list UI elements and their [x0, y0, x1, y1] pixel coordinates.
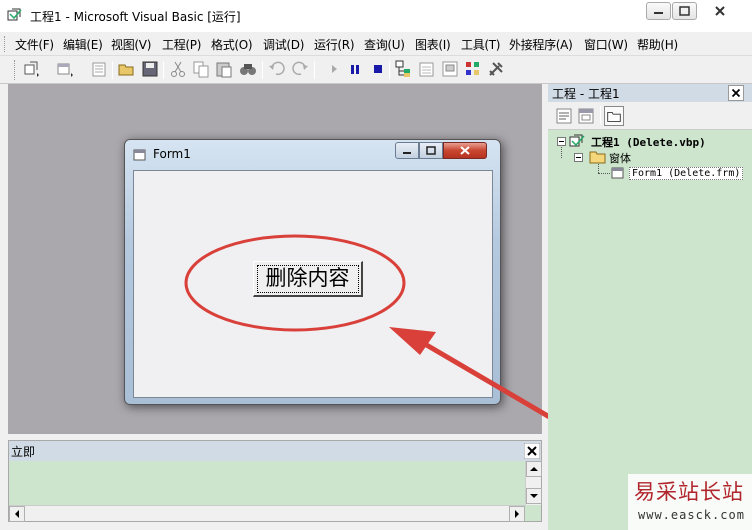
- tree-project-root[interactable]: 工程1 (Delete.vbp): [591, 134, 706, 150]
- tree-collapse-toggle[interactable]: [574, 153, 583, 162]
- view-code-icon[interactable]: [554, 106, 574, 126]
- menu-bar: 文件(F) 编辑(E) 视图(V) 工程(P) 格式(O) 调试(D) 运行(R…: [0, 32, 752, 56]
- start-icon[interactable]: [325, 60, 343, 78]
- toggle-folders-icon[interactable]: [604, 106, 624, 126]
- arrow-up-icon: [530, 467, 538, 471]
- arrow-right-icon: [515, 510, 519, 518]
- scroll-right-button[interactable]: [509, 506, 525, 522]
- toolbar-separator: [600, 106, 601, 124]
- add-form-icon[interactable]: [56, 60, 74, 78]
- scroll-up-button[interactable]: [526, 461, 542, 477]
- add-project-icon[interactable]: [22, 60, 40, 78]
- toolbox-icon[interactable]: [487, 60, 505, 78]
- immediate-window[interactable]: 立即: [8, 440, 542, 522]
- tree-forms-folder[interactable]: 窗体: [609, 150, 631, 166]
- scroll-left-button[interactable]: [9, 506, 25, 522]
- form-maximize-button[interactable]: [419, 142, 443, 159]
- tree-connector: [561, 147, 562, 158]
- menu-edit[interactable]: 编辑(E): [63, 36, 103, 53]
- project-explorer-header: 工程 - 工程1: [548, 84, 752, 102]
- immediate-title: 立即: [11, 445, 36, 459]
- form-close-button[interactable]: [443, 142, 487, 159]
- menu-diagram[interactable]: 图表(I): [415, 36, 451, 53]
- delete-content-button[interactable]: 删除内容: [253, 261, 363, 297]
- undo-icon[interactable]: [268, 60, 286, 78]
- end-icon[interactable]: [369, 60, 387, 78]
- arrow-left-icon: [15, 510, 19, 518]
- find-icon[interactable]: [239, 60, 257, 78]
- watermark-url: www.easck.com: [638, 508, 745, 522]
- toolbar-separator: [389, 61, 390, 79]
- tree-collapse-toggle[interactable]: [557, 137, 566, 146]
- menu-tools[interactable]: 工具(T): [461, 36, 501, 53]
- minimize-button[interactable]: [646, 2, 671, 20]
- immediate-horizontal-scrollbar[interactable]: [9, 505, 525, 522]
- tree-connector: [598, 164, 599, 173]
- toolbar-separator: [262, 61, 263, 79]
- toolbar-grip: [14, 60, 17, 80]
- vb6-app-icon: [7, 8, 22, 21]
- project-explorer: 工程 - 工程1 工程1 (Delete.vbp) 窗体 Form1 (Dele…: [548, 84, 752, 530]
- tree-form1-file[interactable]: Form1 (Delete.frm): [629, 167, 744, 180]
- open-icon[interactable]: [118, 60, 136, 78]
- form-file-icon: [611, 167, 624, 179]
- paste-icon[interactable]: [215, 60, 233, 78]
- menu-window[interactable]: 窗口(W): [584, 36, 628, 53]
- close-icon[interactable]: [524, 443, 540, 459]
- form1-window: Form1 删除内容: [124, 139, 501, 405]
- menu-help[interactable]: 帮助(H): [637, 36, 678, 53]
- close-icon[interactable]: [728, 85, 744, 101]
- form-icon: [133, 149, 146, 161]
- maximize-button[interactable]: [672, 2, 697, 20]
- standard-toolbar: [0, 56, 752, 84]
- site-watermark: 易采站长站 www.easck.com: [628, 474, 752, 530]
- menu-grip: [4, 36, 7, 52]
- close-icon: [460, 146, 470, 155]
- form-client-area: 删除内容: [133, 170, 493, 398]
- close-icon: [715, 6, 725, 16]
- close-button[interactable]: [698, 2, 744, 20]
- folder-icon: [589, 151, 606, 164]
- view-object-icon[interactable]: [576, 106, 596, 126]
- toolbar-separator: [163, 61, 164, 79]
- restore-icon: [679, 6, 690, 16]
- save-icon[interactable]: [141, 60, 159, 78]
- copy-icon[interactable]: [192, 60, 210, 78]
- scroll-down-button[interactable]: [526, 488, 542, 504]
- title-bar: 工程1 - Microsoft Visual Basic [运行]: [0, 0, 752, 32]
- toolbar-separator: [112, 61, 113, 79]
- menu-view[interactable]: 视图(V): [111, 36, 151, 53]
- menu-addins[interactable]: 外接程序(A): [509, 36, 573, 53]
- menu-editor-icon[interactable]: [90, 60, 108, 78]
- cut-icon[interactable]: [169, 60, 187, 78]
- object-browser-icon[interactable]: [464, 60, 482, 78]
- arrow-down-icon: [530, 494, 538, 498]
- menu-query[interactable]: 查询(U): [364, 36, 405, 53]
- redo-icon[interactable]: [291, 60, 309, 78]
- menu-format[interactable]: 格式(O): [211, 36, 253, 53]
- toolbar-separator: [314, 61, 315, 79]
- menu-project[interactable]: 工程(P): [162, 36, 201, 53]
- watermark-text: 易采站长站: [634, 480, 744, 504]
- menu-file[interactable]: 文件(F): [15, 36, 54, 53]
- minimize-icon: [654, 12, 663, 14]
- form-layout-icon[interactable]: [441, 60, 459, 78]
- project-explorer-icon[interactable]: [395, 60, 413, 78]
- immediate-vertical-scrollbar[interactable]: [525, 461, 542, 505]
- form-title: Form1: [153, 147, 191, 161]
- properties-icon[interactable]: [418, 60, 436, 78]
- immediate-header: 立即: [9, 441, 541, 461]
- form-minimize-button[interactable]: [395, 142, 419, 159]
- window-title: 工程1 - Microsoft Visual Basic [运行]: [30, 10, 241, 24]
- project-explorer-toolbar: [548, 102, 752, 130]
- project-icon: [569, 134, 585, 147]
- minimize-icon: [403, 152, 411, 154]
- menu-debug[interactable]: 调试(D): [263, 36, 304, 53]
- project-explorer-title: 工程 - 工程1: [552, 87, 620, 101]
- menu-run[interactable]: 运行(R): [314, 36, 355, 53]
- maximize-icon: [426, 146, 436, 155]
- break-icon[interactable]: [346, 60, 364, 78]
- tree-connector: [598, 173, 610, 174]
